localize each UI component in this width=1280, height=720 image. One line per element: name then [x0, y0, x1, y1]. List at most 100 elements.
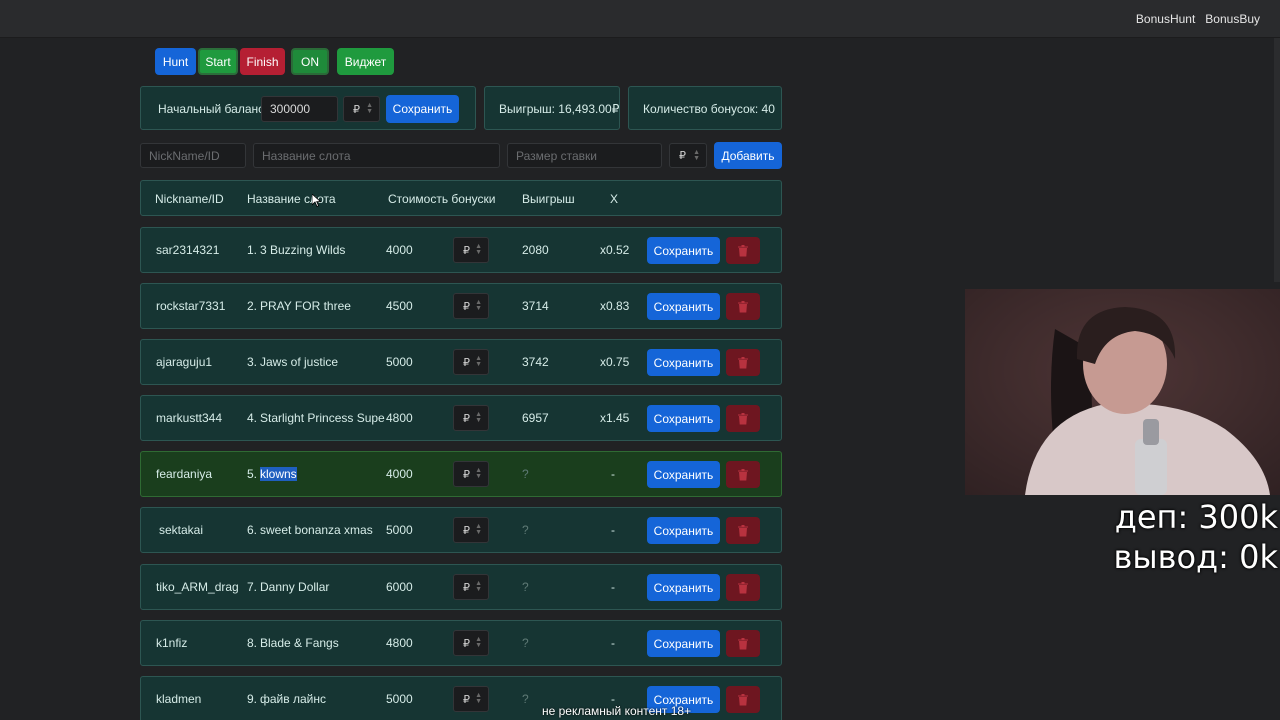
row-winnings[interactable]: 6957	[522, 411, 549, 425]
row-delete-button[interactable]	[726, 293, 760, 320]
balance-panel: Начальный баланс: 300000 ₽ ▲ ▼ Сохранить	[140, 86, 476, 130]
bet-size-input[interactable]: Размер ставки	[507, 143, 662, 168]
row-currency-select[interactable]: ₽ ▲ ▼	[453, 686, 489, 712]
row-slot-name[interactable]: sweet bonanza xmas	[260, 523, 373, 537]
row-delete-button[interactable]	[726, 405, 760, 432]
row-winnings[interactable]: ?	[522, 636, 529, 650]
select-caret-icon: ▲ ▼	[475, 636, 482, 649]
row-slot-name[interactable]: klowns	[260, 467, 297, 481]
row-currency-select[interactable]: ₽ ▲ ▼	[453, 349, 489, 375]
hunt-button[interactable]: Hunt	[155, 48, 196, 75]
table-row-active: feardaniya 5. klowns 4000 ₽ ▲ ▼ ? - Сохран…	[140, 451, 782, 497]
trash-icon	[738, 244, 748, 256]
start-button[interactable]: Start	[198, 48, 238, 75]
row-winnings[interactable]: ?	[522, 467, 529, 481]
row-save-button[interactable]: Сохранить	[647, 349, 720, 376]
row-delete-button[interactable]	[726, 686, 760, 713]
save-balance-button[interactable]: Сохранить	[386, 95, 459, 123]
row-save-button[interactable]: Сохранить	[647, 405, 720, 432]
row-winnings[interactable]: 2080	[522, 243, 549, 257]
currency-value: ₽	[463, 693, 470, 706]
table-row: k1nfiz 8. Blade & Fangs 4800 ₽ ▲ ▼ ? - Сох…	[140, 620, 782, 666]
mouse-cursor-icon	[312, 194, 321, 207]
deposit-overlay: деп: 300k	[1114, 498, 1278, 536]
row-currency-select[interactable]: ₽ ▲ ▼	[453, 405, 489, 431]
row-winnings[interactable]: ?	[522, 523, 529, 537]
currency-value: ₽	[463, 244, 470, 257]
currency-value: ₽	[463, 356, 470, 369]
row-multiplier: x0.83	[600, 299, 630, 313]
balance-input[interactable]: 300000	[261, 96, 338, 122]
row-save-button[interactable]: Сохранить	[647, 461, 720, 488]
row-winnings[interactable]: ?	[522, 692, 529, 706]
row-delete-button[interactable]	[726, 349, 760, 376]
row-slot-name[interactable]: файв лайнс	[260, 692, 326, 706]
row-bonus-cost[interactable]: 5000	[386, 355, 413, 369]
row-winnings[interactable]: ?	[522, 580, 529, 594]
row-bonus-cost[interactable]: 4800	[386, 636, 413, 650]
trash-icon	[738, 300, 748, 312]
row-bonus-cost[interactable]: 4800	[386, 411, 413, 425]
row-bonus-cost[interactable]: 6000	[386, 580, 413, 594]
header-winnings: Выигрыш	[522, 192, 575, 206]
row-nickname: feardaniya	[156, 467, 213, 481]
row-delete-button[interactable]	[726, 237, 760, 264]
row-bonus-cost[interactable]: 4500	[386, 299, 413, 313]
row-slot-name[interactable]: 3 Buzzing Wilds	[260, 243, 345, 257]
top-nav-links: BonusHunt BonusBuy	[1136, 12, 1260, 26]
on-toggle-button[interactable]: ON	[291, 48, 329, 75]
row-currency-select[interactable]: ₽ ▲ ▼	[453, 237, 489, 263]
row-winnings[interactable]: 3714	[522, 299, 549, 313]
table-row: sektakai 6. sweet bonanza xmas 5000 ₽ ▲ ▼ …	[140, 507, 782, 553]
scrollbar[interactable]	[1274, 38, 1280, 282]
row-winnings[interactable]: 3742	[522, 355, 549, 369]
disclaimer-caption: не рекламный контент 18+	[542, 704, 692, 718]
row-currency-select[interactable]: ₽ ▲ ▼	[453, 630, 489, 656]
trash-icon	[738, 637, 748, 649]
row-nickname: sar2314321	[156, 243, 220, 257]
currency-value: ₽	[353, 103, 360, 116]
row-slot-name[interactable]: Danny Dollar	[260, 580, 329, 594]
row-delete-button[interactable]	[726, 517, 760, 544]
row-save-button[interactable]: Сохранить	[647, 237, 720, 264]
row-slot-number: 4.	[247, 411, 258, 425]
row-delete-button[interactable]	[726, 630, 760, 657]
header-bonus-cost: Стоимость бонуски	[388, 192, 496, 206]
select-caret-icon: ▲ ▼	[475, 355, 482, 368]
widget-button[interactable]: Виджет	[337, 48, 394, 75]
currency-value: ₽	[463, 412, 470, 425]
row-currency-select[interactable]: ₽ ▲ ▼	[453, 574, 489, 600]
slot-name-input[interactable]: Название слота	[253, 143, 500, 168]
balance-currency-select[interactable]: ₽ ▲ ▼	[343, 96, 380, 122]
row-save-button[interactable]: Сохранить	[647, 517, 720, 544]
nav-link-bonushunt[interactable]: BonusHunt	[1136, 12, 1195, 26]
row-save-button[interactable]: Сохранить	[647, 293, 720, 320]
winnings-total: Выигрыш: 16,493.00₽	[499, 102, 620, 116]
row-slot-name[interactable]: Jaws of justice	[260, 355, 338, 369]
row-slot-number: 8.	[247, 636, 258, 650]
add-button[interactable]: Добавить	[714, 142, 782, 169]
row-nickname: markustt344	[156, 411, 223, 425]
row-currency-select[interactable]: ₽ ▲ ▼	[453, 517, 489, 543]
row-bonus-cost[interactable]: 5000	[386, 692, 413, 706]
row-bonus-cost[interactable]: 5000	[386, 523, 413, 537]
nav-link-bonusbuy[interactable]: BonusBuy	[1205, 12, 1260, 26]
trash-icon	[738, 581, 748, 593]
row-save-button[interactable]: Сохранить	[647, 630, 720, 657]
nickname-input[interactable]: NickName/ID	[140, 143, 246, 168]
row-nickname: tiko_ARM_drag	[156, 580, 239, 594]
row-bonus-cost[interactable]: 4000	[386, 243, 413, 257]
row-save-button[interactable]: Сохранить	[647, 574, 720, 601]
row-currency-select[interactable]: ₽ ▲ ▼	[453, 461, 489, 487]
row-currency-select[interactable]: ₽ ▲ ▼	[453, 293, 489, 319]
row-bonus-cost[interactable]: 4000	[386, 467, 413, 481]
row-slot-name[interactable]: Starlight Princess Supe	[260, 411, 385, 425]
finish-button[interactable]: Finish	[240, 48, 285, 75]
row-slot-name[interactable]: PRAY FOR three	[260, 299, 351, 313]
row-delete-button[interactable]	[726, 574, 760, 601]
table-row: sar2314321 1. 3 Buzzing Wilds 4000 ₽ ▲ ▼ 2…	[140, 227, 782, 273]
row-slot-name[interactable]: Blade & Fangs	[260, 636, 339, 650]
row-delete-button[interactable]	[726, 461, 760, 488]
add-currency-select[interactable]: ₽ ▲ ▼	[669, 143, 707, 168]
row-slot-number: 7.	[247, 580, 258, 594]
